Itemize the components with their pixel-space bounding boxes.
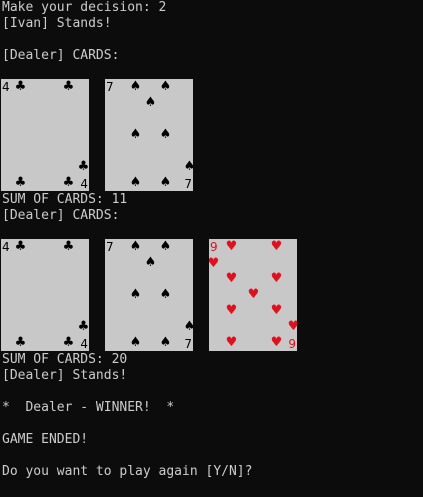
play-again-prompt: Do you want to play again [Y/N]? <box>2 464 253 479</box>
clubs-suit-icon: ♣ <box>77 159 89 174</box>
card-rank: 4 <box>2 80 10 94</box>
card-rank: 9 <box>210 240 218 254</box>
decision-line: Make your decision: 2 <box>2 0 167 15</box>
clubs-suit-icon: ♣ <box>62 335 75 350</box>
game-ended-line: GAME ENDED! <box>2 432 89 447</box>
playing-card-9-of-hearts: 9 9 ♥ ♥ ♥ ♥ ♥ ♥ ♥ ♥ ♥ ♥ ♥ <box>209 239 297 351</box>
hearts-suit-icon: ♥ <box>247 287 260 302</box>
card-rank: 4 <box>80 177 88 191</box>
hearts-suit-icon: ♥ <box>270 271 283 286</box>
spades-suit-icon: ♠ <box>159 175 172 190</box>
spades-suit-icon: ♠ <box>129 127 142 142</box>
sum-line: SUM OF CARDS: 11 <box>2 192 128 207</box>
card-rank: 7 <box>106 80 114 94</box>
hearts-suit-icon: ♥ <box>225 271 238 286</box>
card-rank: 9 <box>288 337 296 351</box>
card-rank: 7 <box>184 337 192 351</box>
spades-suit-icon: ♠ <box>144 255 157 270</box>
spades-suit-icon: ♠ <box>159 79 172 94</box>
dealer-stands-line: [Dealer] Stands! <box>2 368 128 383</box>
console-window: Make your decision: 2 [Ivan] Stands! [De… <box>0 0 423 497</box>
spades-suit-icon: ♠ <box>159 127 172 142</box>
hearts-suit-icon: ♥ <box>270 303 283 318</box>
clubs-suit-icon: ♣ <box>14 79 27 94</box>
hearts-suit-icon: ♥ <box>270 335 283 350</box>
card-rank: 7 <box>106 240 114 254</box>
playing-card-7-of-spades: 7 7 ♠ ♠ ♠ ♠ ♠ ♠ ♠ ♠ <box>105 239 193 351</box>
sum-line: SUM OF CARDS: 20 <box>2 352 128 367</box>
spades-suit-icon: ♠ <box>129 287 142 302</box>
playing-card-7-of-spades: 7 7 ♠ ♠ ♠ ♠ ♠ ♠ ♠ ♠ <box>105 79 193 191</box>
hearts-suit-icon: ♥ <box>270 239 283 254</box>
clubs-suit-icon: ♣ <box>77 319 89 334</box>
clubs-suit-icon: ♣ <box>62 175 75 190</box>
dealer-cards-header: [Dealer] CARDS: <box>2 208 120 223</box>
spades-suit-icon: ♠ <box>129 335 142 350</box>
playing-card-4-of-clubs: 4 4 ♣ ♣ ♣ ♣ ♣ <box>1 79 89 191</box>
spades-suit-icon: ♠ <box>129 239 142 254</box>
clubs-suit-icon: ♣ <box>14 239 27 254</box>
winner-banner: * Dealer - WINNER! * <box>2 400 175 415</box>
spades-suit-icon: ♠ <box>183 319 193 334</box>
hearts-suit-icon: ♥ <box>209 256 220 271</box>
playing-card-4-of-clubs: 4 4 ♣ ♣ ♣ ♣ ♣ <box>1 239 89 351</box>
hearts-suit-icon: ♥ <box>225 239 238 254</box>
spades-suit-icon: ♠ <box>129 175 142 190</box>
clubs-suit-icon: ♣ <box>62 79 75 94</box>
hearts-suit-icon: ♥ <box>225 303 238 318</box>
clubs-suit-icon: ♣ <box>14 175 27 190</box>
player-stands-line: [Ivan] Stands! <box>2 16 112 31</box>
card-rank: 7 <box>184 177 192 191</box>
clubs-suit-icon: ♣ <box>62 239 75 254</box>
clubs-suit-icon: ♣ <box>14 335 27 350</box>
spades-suit-icon: ♠ <box>159 287 172 302</box>
spades-suit-icon: ♠ <box>159 239 172 254</box>
hearts-suit-icon: ♥ <box>287 319 297 334</box>
spades-suit-icon: ♠ <box>159 335 172 350</box>
spades-suit-icon: ♠ <box>129 79 142 94</box>
spades-suit-icon: ♠ <box>183 159 193 174</box>
hearts-suit-icon: ♥ <box>225 335 238 350</box>
dealer-cards-header: [Dealer] CARDS: <box>2 48 120 63</box>
spades-suit-icon: ♠ <box>144 95 157 110</box>
card-rank: 4 <box>80 337 88 351</box>
card-rank: 4 <box>2 240 10 254</box>
